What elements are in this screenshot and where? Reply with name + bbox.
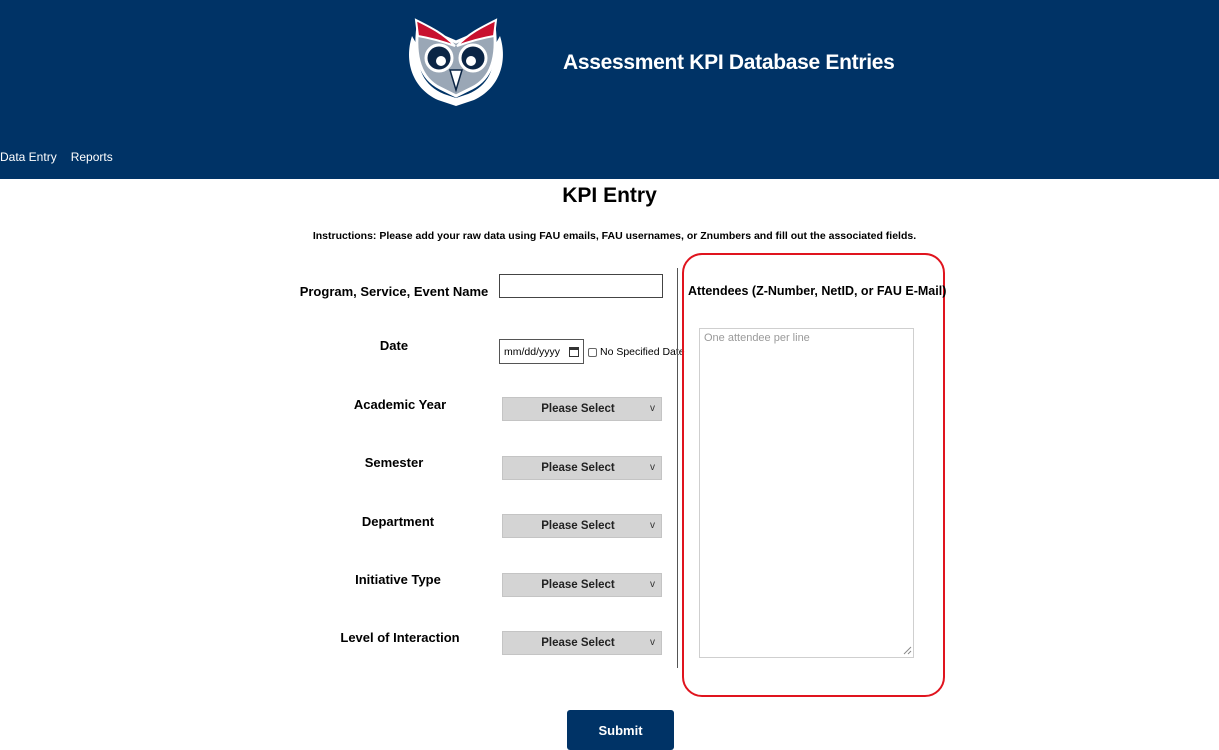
program-label: Program, Service, Event Name <box>299 284 489 299</box>
chevron-down-icon: v <box>650 637 655 648</box>
chevron-down-icon: v <box>650 579 655 590</box>
submit-button[interactable]: Submit <box>567 710 674 750</box>
owl-logo-icon <box>409 18 503 106</box>
level-of-interaction-select[interactable]: Please Select v <box>502 631 662 655</box>
program-input[interactable] <box>499 274 663 298</box>
academic-year-select[interactable]: Please Select v <box>502 397 662 421</box>
attendees-textarea[interactable] <box>699 328 914 658</box>
chevron-down-icon: v <box>650 403 655 414</box>
nav-reports[interactable]: Reports <box>71 150 113 164</box>
resize-handle-icon[interactable] <box>902 645 912 655</box>
chevron-down-icon: v <box>650 462 655 473</box>
academic-year-value: Please Select <box>541 403 615 415</box>
date-placeholder: mm/dd/yyyy <box>504 345 561 358</box>
no-date-label: No Specified Date <box>600 346 685 358</box>
level-of-interaction-value: Please Select <box>541 637 615 649</box>
department-label: Department <box>361 514 435 529</box>
date-input[interactable]: mm/dd/yyyy <box>499 339 584 364</box>
top-nav: Data Entry Reports <box>0 150 113 164</box>
semester-select[interactable]: Please Select v <box>502 456 662 480</box>
column-divider <box>677 268 678 668</box>
page-title: KPI Entry <box>562 184 657 207</box>
chevron-down-icon: v <box>650 520 655 531</box>
department-value: Please Select <box>541 520 615 532</box>
date-label: Date <box>379 338 409 353</box>
app-title: Assessment KPI Database Entries <box>563 51 895 74</box>
initiative-type-label: Initiative Type <box>355 572 441 587</box>
no-date-checkbox[interactable] <box>588 347 597 357</box>
initiative-type-select[interactable]: Please Select v <box>502 573 662 597</box>
semester-label: Semester <box>364 455 424 470</box>
academic-year-label: Academic Year <box>353 397 447 412</box>
no-specified-date-option[interactable]: No Specified Date <box>588 346 685 358</box>
semester-value: Please Select <box>541 462 615 474</box>
header-bar: Assessment KPI Database Entries Data Ent… <box>0 0 1219 179</box>
initiative-type-value: Please Select <box>541 579 615 591</box>
department-select[interactable]: Please Select v <box>502 514 662 538</box>
attendees-label: Attendees (Z-Number, NetID, or FAU E-Mai… <box>688 284 947 298</box>
nav-data-entry[interactable]: Data Entry <box>0 150 57 164</box>
calendar-icon[interactable] <box>569 346 579 357</box>
level-of-interaction-label: Level of Interaction <box>340 630 460 645</box>
instructions-text: Instructions: Please add your raw data u… <box>312 230 917 242</box>
